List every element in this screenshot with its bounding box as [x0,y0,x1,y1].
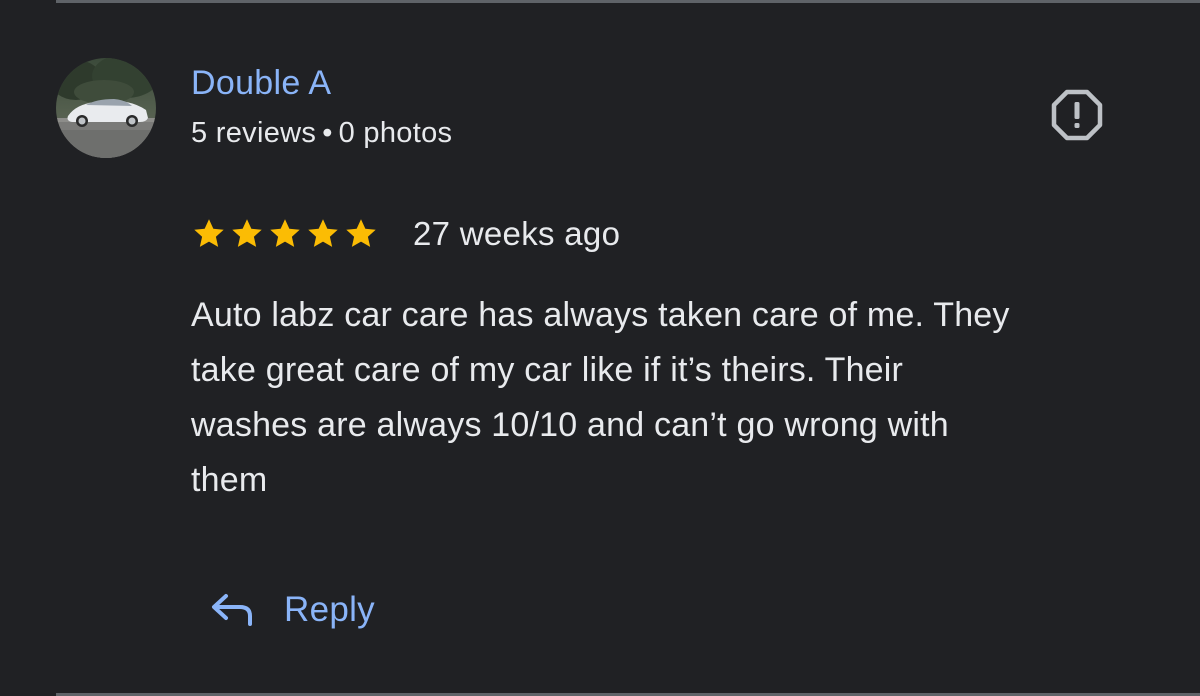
review-text-line: washes are always 10/10 and can’t go wro… [191,406,949,444]
reply-arrow-icon [212,594,252,626]
car-photo-avatar-icon [56,58,156,158]
photos-count: 0 photos [338,117,453,149]
star-icon [343,216,379,252]
reply-label: Reply [284,590,375,629]
star-rating [191,216,379,252]
report-octagon-icon [1051,89,1103,141]
reply-button[interactable]: Reply [210,584,375,636]
author-meta: 5 reviews • 0 photos [191,117,452,150]
star-icon [229,216,265,252]
review-text-line: Auto labz car care has always taken care… [191,296,1010,334]
top-divider [56,0,1200,3]
reviews-count: 5 reviews [191,117,317,149]
rating-row: 27 weeks ago [191,212,620,256]
report-button[interactable] [1050,88,1104,142]
star-icon [267,216,303,252]
author-avatar[interactable] [56,58,156,158]
review-text: Auto labz car care has always taken care… [191,288,1181,508]
review-text-line: them [191,461,268,499]
review-text-line: take great care of my car like if it’s t… [191,351,904,389]
meta-separator: • [322,117,333,149]
star-icon [305,216,341,252]
review-date: 27 weeks ago [413,215,621,252]
author-name[interactable]: Double A [191,64,331,103]
star-icon [191,216,227,252]
